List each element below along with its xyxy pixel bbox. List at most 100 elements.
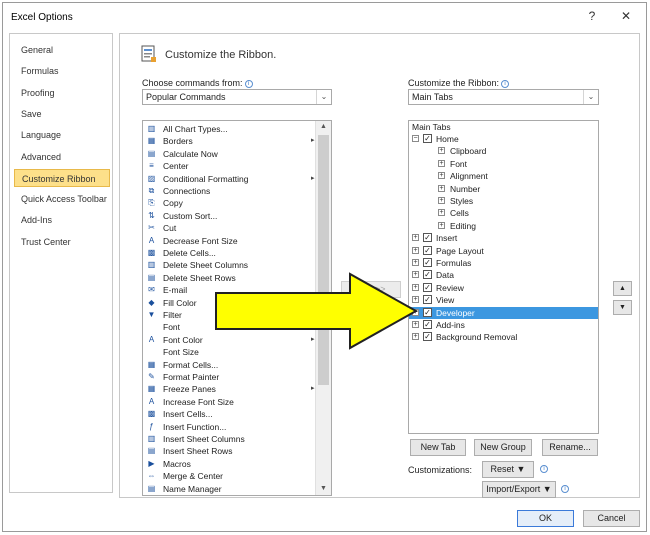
sidebar-item-trust-center[interactable]: Trust Center (14, 233, 110, 251)
command-item[interactable]: ⇅ Custom Sort... (145, 210, 320, 222)
tree-item-page-layout[interactable]: + ✓ Page Layout (409, 245, 598, 257)
checkbox[interactable]: ✓ (423, 233, 432, 243)
tree-item-insert[interactable]: + ✓ Insert (409, 232, 598, 244)
command-label: Insert Sheet Rows (163, 446, 233, 457)
ok-button[interactable]: OK (517, 510, 574, 527)
scroll-down-icon[interactable]: ▼ (316, 483, 331, 495)
tree-item-home[interactable]: − ✓ Home (409, 133, 598, 145)
sidebar-item-general[interactable]: General (14, 41, 110, 59)
expand-icon[interactable]: + (438, 197, 445, 204)
command-item[interactable]: A Increase Font Size (145, 396, 320, 408)
command-label: E-mail (163, 285, 188, 296)
expand-icon[interactable]: + (438, 172, 445, 180)
command-item[interactable]: ⇔ Merge & Center (145, 470, 320, 482)
tree-item-alignment[interactable]: + Alignment (409, 170, 598, 182)
command-item[interactable]: ✎ Format Painter (145, 371, 320, 383)
command-item[interactable]: ✂ Cut (145, 222, 320, 234)
checkbox[interactable]: ✓ (423, 320, 432, 329)
rename-button[interactable]: Rename... (542, 439, 598, 456)
new-tab-button[interactable]: New Tab (410, 439, 466, 456)
command-label: Filter (163, 310, 182, 320)
expand-icon[interactable]: + (412, 234, 419, 242)
move-up-button[interactable]: ▲ (613, 281, 632, 296)
tree-item-developer[interactable]: +✓Developer (409, 306, 598, 319)
checkbox[interactable]: ✓ (423, 295, 432, 305)
expand-icon[interactable]: + (438, 209, 445, 217)
command-item[interactable]: ⎘ Copy (145, 197, 320, 209)
import-export-button[interactable]: Import/Export ▼ (482, 481, 556, 498)
collapse-icon[interactable]: − (412, 135, 419, 142)
command-item[interactable]: ƒ Insert Function... (145, 421, 320, 433)
filter-icon: ▼ (147, 310, 156, 319)
tree-item-editing[interactable]: + Editing (409, 220, 598, 232)
close-button[interactable]: ✕ (617, 9, 635, 23)
checkbox[interactable]: ✓ (423, 282, 432, 292)
tree-item-formulas[interactable]: + ✓ Formulas (409, 257, 598, 269)
checkbox[interactable]: ✓ (423, 307, 432, 317)
sidebar-item-add-ins[interactable]: Add-Ins (14, 211, 110, 229)
choose-commands-dropdown[interactable]: Popular Commands ⌄ (142, 89, 332, 105)
tree-item-review[interactable]: + ✓ Review (409, 282, 598, 294)
command-label: Copy (163, 198, 183, 209)
chevron-down-icon[interactable]: ⌄ (316, 90, 331, 104)
cancel-button[interactable]: Cancel (583, 510, 640, 527)
command-item[interactable]: ▥ Insert Sheet Columns (145, 433, 320, 445)
sidebar-item-customize-ribbon[interactable]: Customize Ribbon (14, 168, 110, 187)
move-down-button[interactable]: ▼ (613, 300, 632, 315)
command-item[interactable]: ▦ Freeze Panes ▸ (145, 383, 320, 395)
reset-button[interactable]: Reset ▼ (482, 461, 534, 478)
tree-item-add-ins[interactable]: + ✓ Add-ins (409, 319, 598, 331)
tree-item-number[interactable]: + Number (409, 183, 598, 195)
sidebar-item-advanced[interactable]: Advanced (14, 148, 110, 166)
chevron-down-icon[interactable]: ⌄ (583, 90, 598, 104)
sidebar-item-formulas[interactable]: Formulas (14, 62, 110, 80)
command-item[interactable]: ▥ All Chart Types... (145, 123, 320, 135)
checkbox[interactable]: ✓ (423, 270, 432, 280)
expand-icon[interactable]: + (412, 259, 419, 266)
expand-icon[interactable]: + (438, 221, 445, 229)
expand-icon[interactable]: + (438, 184, 445, 192)
command-item[interactable]: ▤ Calculate Now (145, 148, 320, 160)
command-item[interactable]: ▤ Insert Sheet Rows (145, 445, 320, 457)
new-group-button[interactable]: New Group (474, 439, 532, 456)
tree-item-styles[interactable]: + Styles (409, 195, 598, 207)
tree-item-clipboard[interactable]: + Clipboard (409, 145, 598, 157)
command-item[interactable]: ▩ Insert Cells... (145, 408, 320, 420)
command-item[interactable]: ▩ Delete Cells... (145, 247, 320, 259)
sidebar-item-quick-access-toolbar[interactable]: Quick Access Toolbar (14, 190, 110, 208)
command-item[interactable]: A Decrease Font Size (145, 235, 320, 247)
command-item[interactable]: ▶ Macros (145, 458, 320, 470)
command-item[interactable]: ⧉ Connections (145, 185, 320, 197)
command-item[interactable]: ▦ Borders ▸ (145, 135, 320, 147)
tree-item-font[interactable]: + Font (409, 158, 598, 170)
tree-item-data[interactable]: + ✓ Data (409, 269, 598, 281)
expand-icon[interactable]: + (438, 147, 445, 155)
choose-commands-label: Choose commands from: i (142, 78, 253, 88)
command-label: Conditional Formatting (163, 173, 249, 184)
tree-item-view[interactable]: + ✓ View (409, 294, 598, 306)
command-item[interactable]: ≡ Center (145, 160, 320, 172)
command-label: Font Color (163, 334, 203, 345)
checkbox[interactable]: ✓ (423, 245, 432, 255)
expand-icon[interactable]: + (412, 246, 419, 254)
command-item[interactable]: ▥ Delete Sheet Columns (145, 259, 320, 271)
command-label: Insert Sheet Columns (163, 434, 245, 444)
help-button[interactable]: ? (583, 9, 601, 23)
sidebar-item-proofing[interactable]: Proofing (14, 84, 110, 102)
checkbox[interactable]: ✓ (423, 258, 432, 267)
checkbox[interactable]: ✓ (423, 134, 432, 143)
sidebar-item-language[interactable]: Language (14, 126, 110, 144)
checkbox[interactable]: ✓ (423, 332, 432, 342)
ribbon-tabs-tree[interactable]: Main Tabs − ✓ Home + Clipboard + Font + Alignmen… (408, 120, 599, 434)
connections-icon: ⧉ (148, 186, 155, 195)
scroll-up-icon[interactable]: ▲ (316, 121, 331, 133)
command-item[interactable]: ▨ Conditional Formatting ▸ (145, 173, 320, 185)
command-label: Center (163, 161, 189, 172)
tree-item-background-removal[interactable]: + ✓ Background Removal (409, 331, 598, 343)
command-item[interactable]: ▦ Format Cells... (145, 359, 320, 371)
sidebar-item-save[interactable]: Save (14, 105, 110, 123)
command-item[interactable]: ▤ Name Manager (145, 483, 320, 495)
expand-icon[interactable]: + (438, 159, 445, 167)
tree-item-cells[interactable]: + Cells (409, 207, 598, 219)
customize-ribbon-dropdown[interactable]: Main Tabs ⌄ (408, 89, 599, 105)
